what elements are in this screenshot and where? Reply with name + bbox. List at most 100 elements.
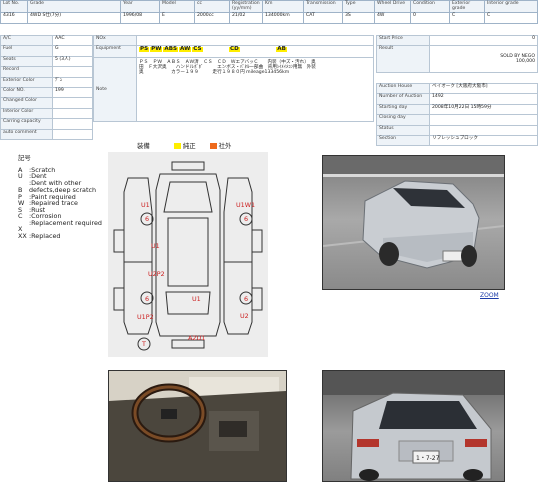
damage-mark: A2U1 [188, 334, 205, 342]
start-price-label: Start Price [376, 34, 430, 47]
damage-mark: T [141, 340, 146, 348]
header-label: Year [120, 0, 160, 13]
auction-value: 1492 [429, 93, 538, 105]
header-label: Type [342, 0, 375, 13]
spec-label: auto comment [0, 128, 53, 140]
header-value: 3S [342, 12, 375, 24]
auction-value: 2008年10月22日 15時59分 [429, 103, 538, 116]
left-front-wheel [113, 229, 125, 253]
car-rear-image: 1・7-27 [323, 371, 504, 481]
equipment-table: NOx Equipment PS PW ABS AW CS CD AB Note ＰＳ … [93, 34, 374, 123]
auction-label: Section [376, 134, 430, 147]
damage-mark: 6 [244, 295, 248, 303]
equipment-tags: PS PW ABS AW CS CD AB [136, 45, 374, 59]
spec-value: ﾃﾞｭ [52, 76, 93, 88]
auction-label: Closing day [376, 114, 430, 126]
rear-window-outline [165, 291, 211, 315]
auction-label: Number of Auction [376, 93, 430, 105]
header-value: 21/02 [229, 12, 263, 24]
result-line: 100,000 [516, 59, 535, 65]
damage-mark: U1 [192, 295, 201, 303]
interior-photo[interactable] [108, 370, 287, 482]
auction-table: Auction House ベイオーク [大阪府大阪市] Number of Au… [376, 82, 538, 147]
spec-label: Changed Color [0, 97, 53, 109]
damage-legend: 記号 A:Scratch U:Dent B:Dent with other de… [18, 155, 106, 239]
damage-mark: 6 [145, 295, 149, 303]
damage-mark: U1 [151, 242, 160, 250]
header-label: Wheel Drive [374, 0, 411, 13]
car-front-photo[interactable] [322, 155, 505, 290]
auction-label: Status [376, 124, 430, 136]
damage-mark: U1P2 [137, 313, 154, 321]
header-value: 4W [374, 12, 411, 24]
header-value: C [449, 12, 485, 24]
legend-text: :Replaced [29, 231, 61, 240]
equip-key-label: 装備 [137, 142, 150, 150]
nox-label: NOx [93, 34, 137, 47]
damage-mark: 6 [244, 215, 248, 223]
spec-value [52, 128, 93, 140]
zoom-link[interactable]: ZOOM [480, 292, 499, 299]
damage-mark: U2P2 [148, 270, 165, 278]
spec-label: Record [0, 66, 53, 78]
spec-value: G [52, 45, 93, 57]
nox-value [136, 34, 374, 47]
header-value: 2000cc [194, 12, 230, 24]
price-table: Start Price 0 Result SOLD BY NEGO 100,00… [376, 34, 538, 74]
note-cell: ＰＳ ＰＷ ＡＢＳ ＡＷ済 ＣＳ ＣＤ ＷエアバッＣ 内装（中ズ・汚れ） 奥 田… [136, 57, 374, 123]
header-label: Transmission [303, 0, 343, 13]
license-plate: 1・7-27 [416, 455, 440, 462]
car-front-image [323, 156, 504, 269]
auction-value [429, 124, 538, 136]
legend-code: X [18, 224, 23, 233]
windshield-outline [163, 181, 213, 213]
damage-mark: 6 [145, 215, 149, 223]
result-label: Result [376, 45, 430, 74]
header-label: Grade [27, 0, 121, 13]
header-value: C [484, 12, 538, 24]
equipment-tag: AW [179, 46, 192, 53]
equipment-tag: PW [150, 46, 163, 53]
start-price-value: 0 [429, 34, 538, 47]
damage-mark: U1 [141, 201, 150, 209]
car-outline-svg: U1 U1W1 6 6 U1 U2P2 6 6 U1 U1P2 U2 T A2U… [113, 161, 263, 351]
header-label: Registration (yy/mm) [229, 0, 263, 13]
spec-value [52, 66, 93, 78]
spec-value [52, 118, 93, 130]
spec-label: A/C [0, 34, 53, 47]
legend-code: B [18, 185, 23, 194]
header-table: Lot No. Grade Year Model cc Registration… [0, 0, 538, 24]
interior-image [109, 371, 286, 481]
legend-code: C [18, 212, 23, 221]
result-cell: SOLD BY NEGO 100,000 [429, 45, 538, 74]
legend-text: :Dent with other defects,deep scratch [29, 178, 97, 194]
aftermarket-key-label: 社外 [218, 142, 232, 150]
spec-value: 199 [52, 86, 93, 99]
auction-label: Starting day [376, 103, 430, 116]
right-front-wheel [251, 229, 263, 253]
header-value: 0 [410, 12, 450, 24]
equipment-tag: CD [229, 46, 240, 53]
header-labels-row: Lot No. Grade Year Model cc Registration… [0, 0, 538, 13]
spec-value [52, 97, 93, 109]
left-rear-wheel [113, 287, 125, 311]
auction-value [429, 114, 538, 126]
legend-text: :Replacement required [29, 218, 102, 227]
spec-label: Fuel [0, 45, 53, 57]
legend-code: XX [18, 231, 27, 240]
header-value: CAT [303, 12, 343, 24]
legend-list: A:Scratch U:Dent B:Dent with other defec… [18, 167, 106, 239]
roof-outline [167, 217, 209, 287]
car-rear-photo[interactable]: 1・7-27 [322, 370, 505, 482]
diagram-key: 装備 純正 社外 [137, 142, 231, 150]
specs-table: A/C AAC Fuel G Seats 5 (3人) Record Exterior… [0, 34, 93, 140]
equipment-label: Equipment [93, 45, 137, 59]
equipment-tag: ABS [163, 46, 179, 53]
damage-diagram: U1 U1W1 6 6 U1 U2P2 6 6 U1 U1P2 U2 T A2U… [108, 152, 268, 357]
spec-label: Carring capacity [0, 118, 53, 130]
auction-value: ベイオーク [大阪府大阪市] [429, 82, 538, 95]
front-bumper-outline [171, 161, 205, 171]
damage-mark: U2 [240, 312, 249, 320]
header-value: 134000km [262, 12, 304, 24]
spec-label: Color NO. [0, 86, 53, 99]
